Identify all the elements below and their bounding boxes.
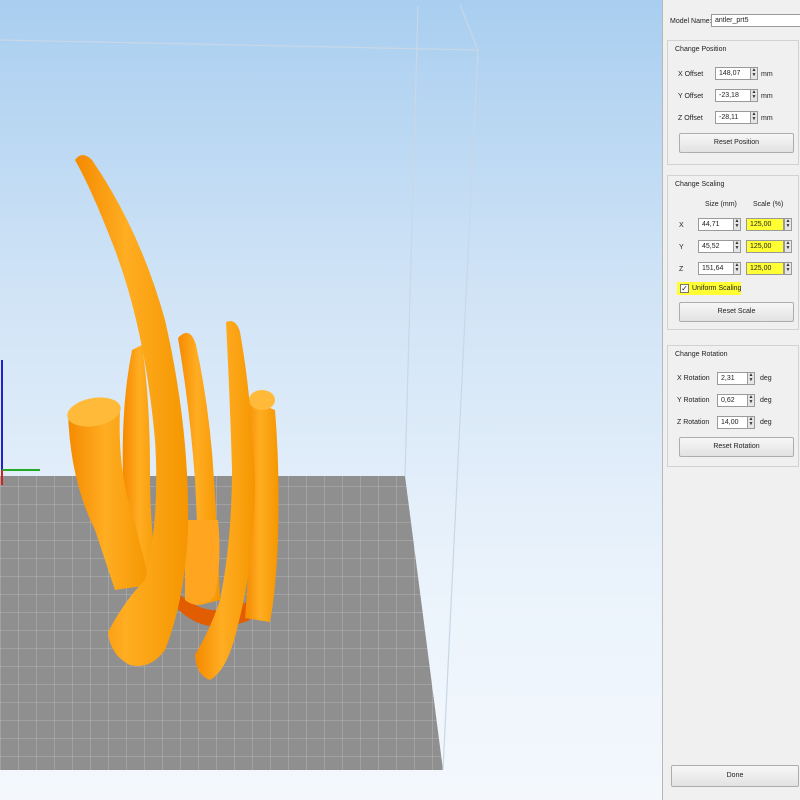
x-rotation-unit: deg bbox=[760, 375, 772, 382]
scale-y-spinner[interactable]: ▲ ▼ bbox=[784, 240, 792, 253]
uniform-scaling-checkbox[interactable]: ✓ bbox=[680, 284, 689, 293]
y-offset-input[interactable]: -23,18 bbox=[715, 89, 753, 102]
size-x-spinner[interactable]: ▲ ▼ bbox=[733, 218, 741, 231]
size-y-spinner[interactable]: ▲ ▼ bbox=[733, 240, 741, 253]
scale-z-axis-label: Z bbox=[679, 266, 684, 273]
y-offset-label: Y Offset bbox=[678, 93, 704, 100]
reset-rotation-button[interactable]: Reset Rotation bbox=[679, 437, 794, 457]
z-rotation-input[interactable]: 14,00 bbox=[717, 416, 749, 429]
z-rotation-label: Z Rotation bbox=[677, 419, 710, 426]
scene-svg bbox=[0, 4, 479, 771]
x-rotation-spinner[interactable]: ▲ ▼ bbox=[747, 372, 755, 385]
reset-scale-button[interactable]: Reset Scale bbox=[679, 302, 794, 322]
scale-x-axis-label: X bbox=[679, 222, 684, 229]
scale-y-axis-label: Y bbox=[679, 244, 684, 251]
scale-header: Scale (%) bbox=[753, 201, 784, 208]
x-offset-label: X Offset bbox=[678, 71, 704, 78]
scale-x-spinner[interactable]: ▲ ▼ bbox=[784, 218, 792, 231]
x-offset-spinner[interactable]: ▲ ▼ bbox=[750, 67, 758, 80]
z-offset-input[interactable]: -28,11 bbox=[715, 111, 753, 124]
x-rotation-input[interactable]: 2,31 bbox=[717, 372, 749, 385]
z-offset-label: Z Offset bbox=[678, 115, 703, 122]
z-rotation-spinner[interactable]: ▲ ▼ bbox=[747, 416, 755, 429]
uniform-scaling-label: Uniform Scaling bbox=[692, 285, 742, 292]
done-button[interactable]: Done bbox=[671, 765, 799, 787]
x-rotation-label: X Rotation bbox=[677, 375, 710, 382]
y-rotation-unit: deg bbox=[760, 397, 772, 404]
object-properties-panel: Model Name: antler_prt5 Change Position … bbox=[662, 0, 800, 800]
scale-y-input[interactable]: 125,00 bbox=[746, 240, 784, 253]
scale-z-input[interactable]: 125,00 bbox=[746, 262, 784, 275]
3d-viewport[interactable] bbox=[0, 0, 662, 800]
size-x-input[interactable]: 44,71 bbox=[698, 218, 736, 231]
x-offset-unit: mm bbox=[761, 71, 773, 78]
position-title: Change Position bbox=[675, 46, 727, 53]
reset-position-button[interactable]: Reset Position bbox=[679, 133, 794, 153]
y-rotation-label: Y Rotation bbox=[677, 397, 710, 404]
y-offset-unit: mm bbox=[761, 93, 773, 100]
scaling-title: Change Scaling bbox=[675, 181, 725, 188]
y-rotation-input[interactable]: 0,62 bbox=[717, 394, 749, 407]
y-offset-spinner[interactable]: ▲ ▼ bbox=[750, 89, 758, 102]
size-z-spinner[interactable]: ▲ ▼ bbox=[733, 262, 741, 275]
rotation-title: Change Rotation bbox=[675, 351, 728, 358]
x-offset-input[interactable]: 148,07 bbox=[715, 67, 753, 80]
scale-x-input[interactable]: 125,00 bbox=[746, 218, 784, 231]
model-name-label: Model Name: bbox=[670, 18, 712, 25]
z-offset-unit: mm bbox=[761, 115, 773, 122]
size-y-input[interactable]: 45,52 bbox=[698, 240, 736, 253]
size-z-input[interactable]: 151,64 bbox=[698, 262, 736, 275]
scale-z-spinner[interactable]: ▲ ▼ bbox=[784, 262, 792, 275]
z-rotation-unit: deg bbox=[760, 419, 772, 426]
y-rotation-spinner[interactable]: ▲ ▼ bbox=[747, 394, 755, 407]
model-name-field[interactable]: antler_prt5 bbox=[711, 14, 800, 27]
z-offset-spinner[interactable]: ▲ ▼ bbox=[750, 111, 758, 124]
size-header: Size (mm) bbox=[705, 201, 737, 208]
